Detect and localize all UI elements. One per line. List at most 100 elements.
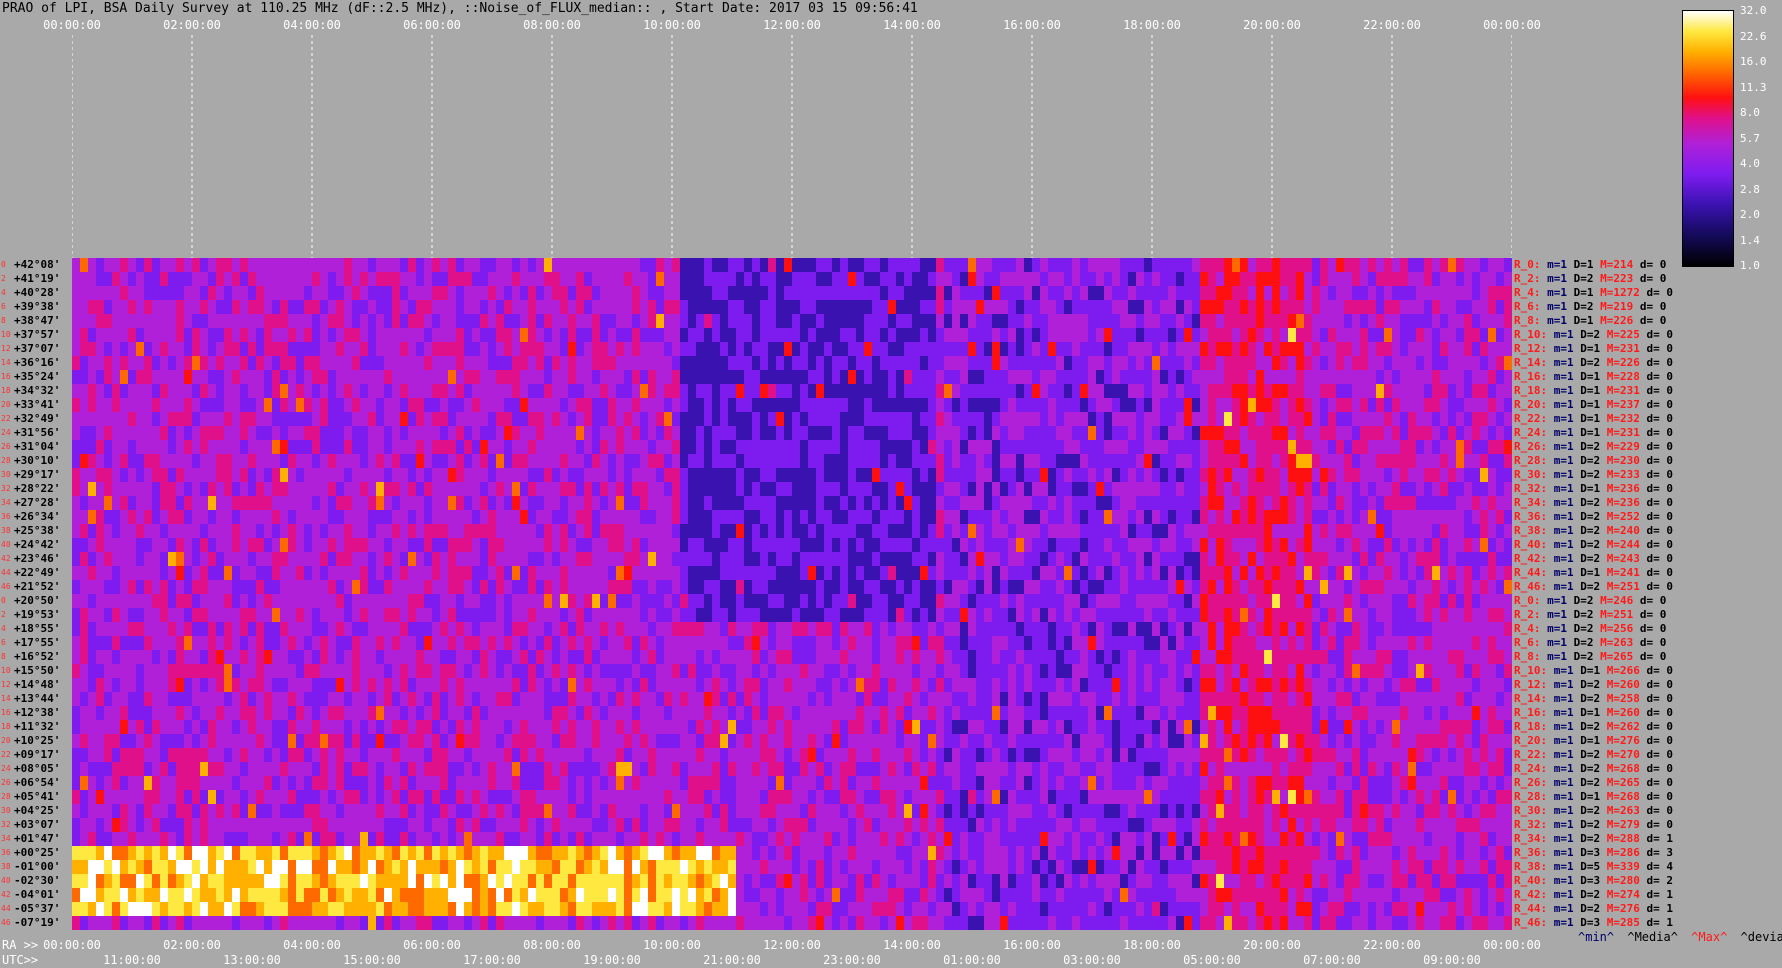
heatmap-cell: [792, 314, 801, 328]
heatmap-cell: [648, 468, 657, 482]
heatmap-cell: [512, 510, 521, 524]
heatmap-cell: [248, 608, 257, 622]
heatmap-cell: [792, 384, 801, 398]
heatmap-cell: [288, 398, 297, 412]
heatmap-cell: [240, 454, 249, 468]
heatmap-cell: [1392, 440, 1401, 454]
heatmap-cell: [96, 538, 105, 552]
heatmap-cell: [496, 454, 505, 468]
heatmap-cell: [1304, 398, 1313, 412]
heatmap-cell: [1296, 454, 1305, 468]
heatmap-cell: [288, 580, 297, 594]
heatmap-cell: [72, 524, 81, 538]
heatmap-cell: [1048, 524, 1057, 538]
heatmap-cell: [704, 580, 713, 594]
heatmap-cell: [672, 482, 681, 496]
heatmap-cell: [120, 384, 129, 398]
heatmap-cell: [1504, 356, 1512, 370]
heatmap-cell: [1368, 412, 1377, 426]
heatmap-cell: [80, 524, 89, 538]
heatmap-cell: [704, 524, 713, 538]
heatmap-cell: [696, 468, 705, 482]
heatmap-cell: [456, 482, 465, 496]
heatmap-cell: [352, 384, 361, 398]
heatmap-cell: [328, 300, 337, 314]
heatmap-cell: [1376, 622, 1385, 636]
heatmap-cell: [1168, 342, 1177, 356]
heatmap-cell: [1152, 272, 1161, 286]
heatmap-cell: [648, 552, 657, 566]
heatmap-cell: [912, 370, 921, 384]
heatmap-cell: [632, 300, 641, 314]
heatmap-cell: [912, 384, 921, 398]
heatmap-cell: [384, 636, 393, 650]
heatmap-cell: [424, 594, 433, 608]
heatmap-cell: [1256, 258, 1265, 272]
heatmap-cell: [1384, 314, 1393, 328]
heatmap-cell: [1480, 608, 1489, 622]
heatmap-cell: [1328, 594, 1337, 608]
heatmap-cell: [568, 356, 577, 370]
heatmap-cell: [128, 286, 137, 300]
heatmap-cell: [960, 454, 969, 468]
heatmap-cell: [376, 608, 385, 622]
heatmap-cell: [224, 636, 233, 650]
heatmap-cell: [304, 580, 313, 594]
heatmap-cell: [1392, 272, 1401, 286]
heatmap-cell: [1024, 342, 1033, 356]
heatmap-cell: [1440, 608, 1449, 622]
heatmap-cell: [800, 454, 809, 468]
heatmap-cell: [408, 398, 417, 412]
heatmap-cell: [944, 440, 953, 454]
heatmap-cell: [696, 370, 705, 384]
heatmap-cell: [264, 440, 273, 454]
heatmap-cell: [536, 468, 545, 482]
heatmap-cell: [1288, 496, 1297, 510]
heatmap-cell: [1200, 398, 1209, 412]
heatmap-cell: [256, 258, 265, 272]
heatmap-cell: [232, 384, 241, 398]
heatmap-cell: [328, 482, 337, 496]
heatmap-cell: [984, 398, 993, 412]
heatmap-cell: [968, 356, 977, 370]
heatmap-cell: [152, 398, 161, 412]
heatmap-cell: [344, 412, 353, 426]
heatmap-cell: [872, 510, 881, 524]
heatmap-cell: [848, 496, 857, 510]
heatmap-cell: [128, 398, 137, 412]
heatmap-cell: [304, 398, 313, 412]
heatmap-cell: [96, 510, 105, 524]
heatmap-cell: [792, 398, 801, 412]
heatmap-cell: [504, 580, 513, 594]
heatmap-cell: [1120, 356, 1129, 370]
heatmap-cell: [928, 426, 937, 440]
heatmap-cell: [448, 314, 457, 328]
heatmap-cell: [704, 356, 713, 370]
heatmap-cell: [1016, 258, 1025, 272]
heatmap-cell: [912, 300, 921, 314]
heatmap-cell: [1488, 370, 1497, 384]
heatmap-cell: [1080, 300, 1089, 314]
heatmap-cell: [1280, 454, 1289, 468]
heatmap-cell: [152, 342, 161, 356]
heatmap-cell: [1344, 608, 1353, 622]
heatmap-cell: [1248, 566, 1257, 580]
heatmap-cell: [1088, 300, 1097, 314]
heatmap-cell: [640, 482, 649, 496]
heatmap-cell: [1192, 622, 1201, 636]
heatmap-cell: [888, 468, 897, 482]
heatmap-cell: [1312, 510, 1321, 524]
heatmap-cell: [1152, 356, 1161, 370]
heatmap-cell: [912, 622, 921, 636]
heatmap-cell: [328, 636, 337, 650]
heatmap-cell: [448, 412, 457, 426]
heatmap-cell: [80, 258, 89, 272]
heatmap-cell: [1272, 524, 1281, 538]
heatmap-cell: [1168, 412, 1177, 426]
heatmap-cell: [512, 286, 521, 300]
heatmap-cell: [952, 510, 961, 524]
heatmap-cell: [704, 440, 713, 454]
heatmap-cell: [904, 538, 913, 552]
heatmap-cell: [1032, 594, 1041, 608]
heatmap-cell: [952, 580, 961, 594]
